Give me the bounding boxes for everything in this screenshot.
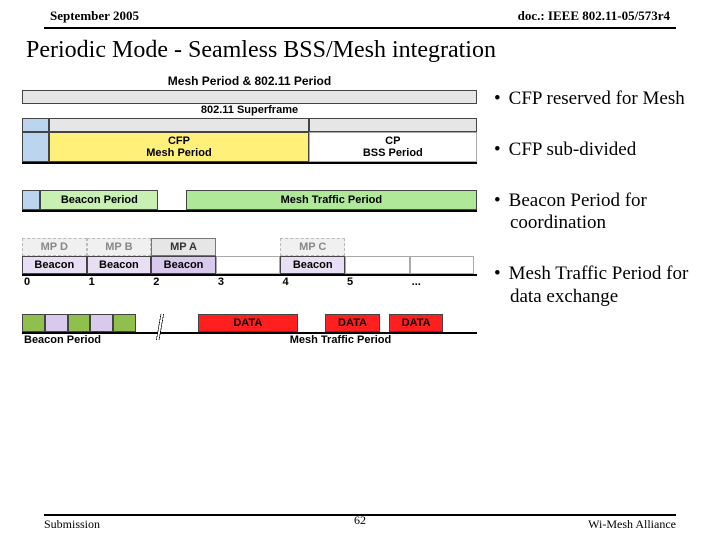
data-block-2: DATA bbox=[325, 314, 380, 332]
mp-c: MP C bbox=[280, 238, 345, 256]
beacon-4: Beacon bbox=[280, 256, 345, 274]
footer-left: Submission bbox=[44, 517, 100, 532]
diagrams-column: Mesh Period & 802.11 Period 802.11 Super… bbox=[22, 68, 492, 352]
bullet-list: CFP reserved for Mesh CFP sub-divided Be… bbox=[492, 88, 692, 309]
cfp-label: CFP bbox=[168, 135, 190, 147]
diagram-periods: Beacon Period Mesh Traffic Period bbox=[22, 190, 477, 212]
mesh-traffic-period-label: Mesh Traffic Period bbox=[186, 190, 477, 210]
cp-sub: BSS Period bbox=[363, 147, 423, 159]
bullet-traffic: Mesh Traffic Period for data exchange bbox=[492, 263, 692, 309]
diagram-superframe: Mesh Period & 802.11 Period 802.11 Super… bbox=[22, 74, 477, 164]
diagram-beacons: MP D MP B MP A MP C Beacon Beacon Beacon… bbox=[22, 238, 477, 288]
bullets-column: CFP reserved for Mesh CFP sub-divided Be… bbox=[492, 68, 692, 352]
slide-footer: Submission Wi-Mesh Alliance bbox=[44, 514, 676, 532]
diag4-mtp: Mesh Traffic Period bbox=[204, 334, 477, 348]
beacon-2: Beacon bbox=[151, 256, 216, 274]
data-block-3: DATA bbox=[389, 314, 444, 332]
bullet-cfp: CFP reserved for Mesh bbox=[492, 88, 692, 111]
diag4-bp: Beacon Period bbox=[22, 334, 159, 348]
data-block-1: DATA bbox=[198, 314, 298, 332]
header-rule bbox=[44, 27, 676, 29]
bullet-subdivided: CFP sub-divided bbox=[492, 139, 692, 162]
diag1-caption: Mesh Period & 802.11 Period bbox=[22, 74, 477, 88]
mp-b: MP B bbox=[87, 238, 152, 256]
header-docnum: doc.: IEEE 802.11-05/573r4 bbox=[518, 8, 670, 24]
header-date: September 2005 bbox=[50, 8, 139, 24]
cp-label: CP bbox=[385, 135, 400, 147]
slide-header: September 2005 doc.: IEEE 802.11-05/573r… bbox=[0, 0, 720, 26]
mp-d: MP D bbox=[22, 238, 87, 256]
diag1-sub: 802.11 Superframe bbox=[22, 104, 477, 116]
footer-right: Wi-Mesh Alliance bbox=[588, 517, 676, 532]
slide-title: Periodic Mode - Seamless BSS/Mesh integr… bbox=[0, 35, 720, 68]
beacon-period-label: Beacon Period bbox=[40, 190, 158, 210]
cfp-sub: Mesh Period bbox=[146, 147, 211, 159]
tick-row: 0 1 2 3 4 5 ... bbox=[22, 276, 477, 288]
bullet-beacon: Beacon Period for coordination bbox=[492, 190, 692, 236]
mp-a: MP A bbox=[151, 238, 216, 256]
diagram-data: DATA DATA DATA Beacon Period Mesh Traffi… bbox=[22, 314, 477, 348]
beacon-1: Beacon bbox=[87, 256, 152, 274]
beacon-0: Beacon bbox=[22, 256, 87, 274]
content-area: Mesh Period & 802.11 Period 802.11 Super… bbox=[0, 68, 720, 352]
